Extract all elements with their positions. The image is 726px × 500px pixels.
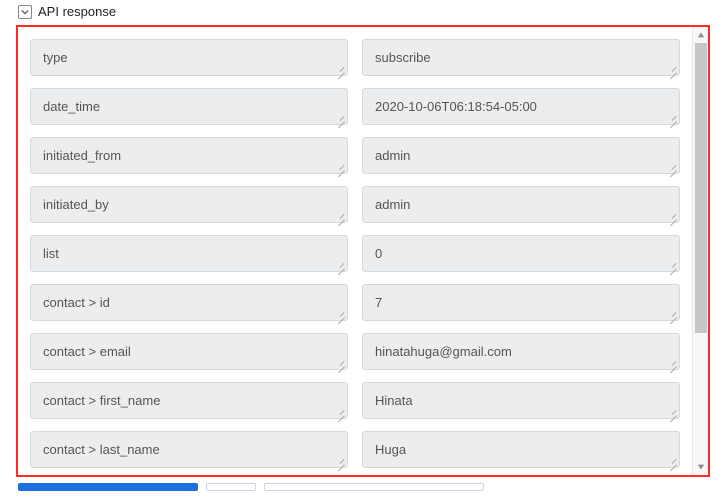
resize-handle[interactable] bbox=[669, 114, 677, 122]
field-key[interactable]: initiated_by bbox=[30, 186, 348, 223]
scrollbar-thumb[interactable] bbox=[695, 43, 707, 333]
resize-handle[interactable] bbox=[337, 457, 345, 465]
section-header: API response bbox=[16, 4, 710, 19]
resize-handle[interactable] bbox=[669, 310, 677, 318]
secondary-action-button[interactable] bbox=[206, 483, 256, 491]
response-row: date_time 2020-10-06T06:18:54-05:00 bbox=[30, 88, 680, 125]
field-value[interactable]: Huga bbox=[362, 431, 680, 468]
section-title: API response bbox=[38, 4, 116, 19]
resize-handle[interactable] bbox=[337, 114, 345, 122]
response-row: initiated_by admin bbox=[30, 186, 680, 223]
resize-handle[interactable] bbox=[669, 408, 677, 416]
field-key[interactable]: date_time bbox=[30, 88, 348, 125]
field-key[interactable]: type bbox=[30, 39, 348, 76]
field-value[interactable]: admin bbox=[362, 186, 680, 223]
resize-handle[interactable] bbox=[337, 359, 345, 367]
resize-handle[interactable] bbox=[337, 212, 345, 220]
response-row: contact > first_name Hinata bbox=[30, 382, 680, 419]
resize-handle[interactable] bbox=[669, 65, 677, 73]
field-key[interactable]: contact > id bbox=[30, 284, 348, 321]
field-value[interactable]: subscribe bbox=[362, 39, 680, 76]
response-panel: type subscribe date_time 2020-10-06T06:18:5… bbox=[16, 25, 710, 477]
field-key[interactable]: contact > first_name bbox=[30, 382, 348, 419]
resize-handle[interactable] bbox=[337, 310, 345, 318]
field-key[interactable]: contact > last_name bbox=[30, 431, 348, 468]
field-key[interactable]: list bbox=[30, 235, 348, 272]
resize-handle[interactable] bbox=[669, 163, 677, 171]
triangle-up-icon bbox=[697, 31, 705, 39]
field-key[interactable]: initiated_from bbox=[30, 137, 348, 174]
response-row: initiated_from admin bbox=[30, 137, 680, 174]
action-bar bbox=[16, 477, 710, 491]
tertiary-action-button[interactable] bbox=[264, 483, 484, 491]
field-value[interactable]: 7 bbox=[362, 284, 680, 321]
response-row: list 0 bbox=[30, 235, 680, 272]
scrollbar-track[interactable] bbox=[693, 43, 709, 459]
collapse-toggle[interactable] bbox=[18, 5, 32, 19]
resize-handle[interactable] bbox=[337, 65, 345, 73]
field-value[interactable]: 0 bbox=[362, 235, 680, 272]
resize-handle[interactable] bbox=[669, 457, 677, 465]
scroll-down-button[interactable] bbox=[693, 459, 709, 475]
field-value[interactable]: hinatahuga@gmail.com bbox=[362, 333, 680, 370]
scroll-up-button[interactable] bbox=[693, 27, 709, 43]
triangle-down-icon bbox=[697, 463, 705, 471]
response-row: contact > last_name Huga bbox=[30, 431, 680, 468]
field-key[interactable]: contact > email bbox=[30, 333, 348, 370]
resize-handle[interactable] bbox=[337, 163, 345, 171]
vertical-scrollbar[interactable] bbox=[692, 27, 708, 475]
field-value[interactable]: Hinata bbox=[362, 382, 680, 419]
resize-handle[interactable] bbox=[669, 261, 677, 269]
resize-handle[interactable] bbox=[337, 408, 345, 416]
resize-handle[interactable] bbox=[669, 212, 677, 220]
response-row: type subscribe bbox=[30, 39, 680, 76]
field-value[interactable]: admin bbox=[362, 137, 680, 174]
response-row: contact > email hinatahuga@gmail.com bbox=[30, 333, 680, 370]
primary-action-button[interactable] bbox=[18, 483, 198, 491]
chevron-down-icon bbox=[21, 8, 29, 16]
resize-handle[interactable] bbox=[337, 261, 345, 269]
field-value[interactable]: 2020-10-06T06:18:54-05:00 bbox=[362, 88, 680, 125]
response-row: contact > id 7 bbox=[30, 284, 680, 321]
response-grid: type subscribe date_time 2020-10-06T06:18:5… bbox=[18, 27, 692, 475]
resize-handle[interactable] bbox=[669, 359, 677, 367]
